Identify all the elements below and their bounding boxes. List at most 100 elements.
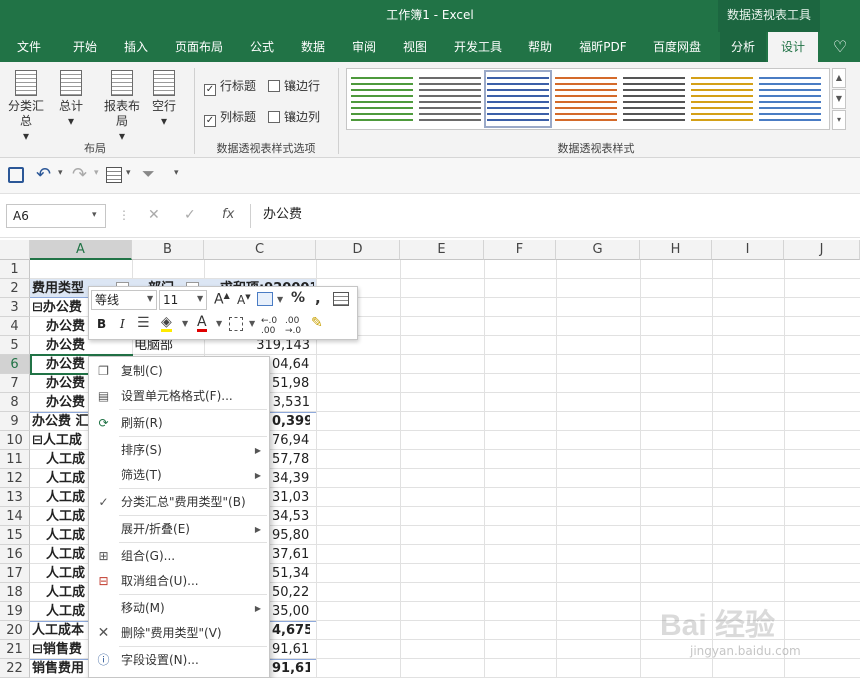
row-header[interactable]: 16: [0, 545, 30, 564]
gallery-scroll-down[interactable]: ▼: [832, 89, 846, 109]
menu-item-refresh[interactable]: ⟳ 刷新(R): [89, 411, 269, 436]
format-painter-icon[interactable]: ✎: [311, 315, 323, 331]
row-header[interactable]: 4: [0, 317, 30, 336]
cell-a12[interactable]: 人工成: [46, 469, 90, 488]
style-swatch-selected[interactable]: [484, 70, 552, 128]
row-header[interactable]: 8: [0, 393, 30, 412]
column-header-i[interactable]: I: [712, 240, 784, 260]
decrease-decimal-icon[interactable]: .00 →.0: [285, 316, 301, 336]
tab-foxit-pdf[interactable]: 福昕PDF: [572, 32, 634, 62]
style-swatch[interactable]: [623, 73, 685, 125]
tab-help[interactable]: 帮助: [516, 32, 564, 62]
cell-a5[interactable]: 办公费: [46, 336, 90, 355]
cell-c15[interactable]: 95,805: [272, 526, 310, 545]
borders-icon[interactable]: [229, 317, 243, 331]
name-box-dropdown-icon[interactable]: ▾: [92, 210, 97, 220]
form-icon[interactable]: [106, 167, 122, 183]
tab-page-layout[interactable]: 页面布局: [166, 32, 232, 62]
subtotals-button[interactable]: 分类汇总 ▾: [6, 70, 46, 144]
menu-item-remove-field[interactable]: ✕ 删除"费用类型"(V): [89, 621, 269, 646]
cell-a3[interactable]: ⊟办公费: [32, 298, 92, 317]
row-header[interactable]: 18: [0, 583, 30, 602]
cell-c8[interactable]: 3,531: [272, 393, 310, 412]
cell-c19[interactable]: 35,006: [272, 602, 310, 621]
fill-color-icon[interactable]: ◈: [161, 315, 172, 332]
column-header-e[interactable]: E: [400, 240, 484, 260]
menu-item-copy[interactable]: ❐ 复制(C): [89, 359, 269, 384]
row-header[interactable]: 20: [0, 621, 30, 640]
cell-a15[interactable]: 人工成: [46, 526, 90, 545]
row-header[interactable]: 10: [0, 431, 30, 450]
style-swatch[interactable]: [555, 73, 617, 125]
lightbulb-icon[interactable]: ♡: [826, 32, 854, 62]
cell-a4[interactable]: 办公费: [46, 317, 90, 336]
italic-icon[interactable]: I: [120, 317, 125, 331]
menu-item-ungroup[interactable]: ⊟ 取消组合(U)...: [89, 569, 269, 594]
row-header[interactable]: 11: [0, 450, 30, 469]
cell-a11[interactable]: 人工成: [46, 450, 90, 469]
row-header[interactable]: 22: [0, 659, 30, 678]
style-swatch[interactable]: [759, 73, 821, 125]
cell-a10[interactable]: ⊟人工成: [32, 431, 90, 450]
blank-rows-button[interactable]: 空行 ▾: [146, 70, 182, 129]
menu-item-field-settings[interactable]: ⓘ 字段设置(N)...: [89, 648, 269, 673]
cancel-icon[interactable]: ✕: [148, 207, 160, 223]
style-swatch[interactable]: [691, 73, 753, 125]
tab-data[interactable]: 数据: [290, 32, 336, 62]
align-center-icon[interactable]: ☰: [137, 315, 150, 331]
cell-a20[interactable]: 人工成本: [32, 621, 90, 640]
cell-c18[interactable]: 50,220: [272, 583, 310, 602]
column-header-h[interactable]: H: [640, 240, 712, 260]
tab-view[interactable]: 视图: [392, 32, 438, 62]
cell-a13[interactable]: 人工成: [46, 488, 90, 507]
cell-a6[interactable]: 办公费: [46, 355, 90, 374]
select-all-corner[interactable]: [0, 240, 30, 260]
font-color-icon[interactable]: A: [197, 315, 207, 332]
menu-item-sort[interactable]: 排序(S) ▶: [89, 438, 269, 463]
style-swatch[interactable]: [351, 73, 413, 125]
column-header-a[interactable]: A: [30, 240, 132, 260]
row-headers-checkbox[interactable]: ✓ 行标题: [204, 79, 256, 96]
filter-icon[interactable]: ⏷: [142, 164, 155, 184]
cell-a7[interactable]: 办公费: [46, 374, 90, 393]
cell-c6[interactable]: 04,643: [272, 355, 310, 374]
format-style-icon[interactable]: [257, 292, 273, 306]
row-header[interactable]: 15: [0, 526, 30, 545]
redo-icon[interactable]: ↷: [72, 164, 87, 185]
menu-item-expand-collapse[interactable]: 展开/折叠(E) ▶: [89, 517, 269, 542]
cell-c20[interactable]: 4,675: [272, 621, 310, 640]
undo-icon[interactable]: ↶: [36, 164, 51, 185]
style-swatch[interactable]: [419, 73, 481, 125]
row-header[interactable]: 1: [0, 260, 30, 279]
row-header[interactable]: 13: [0, 488, 30, 507]
cell-a18[interactable]: 人工成: [46, 583, 90, 602]
chevron-down-icon[interactable]: ▼: [277, 295, 283, 304]
tab-analyze[interactable]: 分析: [720, 32, 766, 62]
comma-style-button[interactable]: ,: [315, 289, 321, 307]
cell-c7[interactable]: 51,981: [272, 374, 310, 393]
row-header[interactable]: 5: [0, 336, 30, 355]
decrease-font-icon[interactable]: A▼: [237, 293, 251, 307]
cell-c9[interactable]: 0,399: [272, 412, 310, 431]
enter-icon[interactable]: ✓: [184, 207, 196, 223]
menu-item-move[interactable]: 移动(M) ▶: [89, 596, 269, 621]
cell-a21[interactable]: ⊟销售费: [32, 640, 90, 659]
row-header[interactable]: 19: [0, 602, 30, 621]
chevron-down-icon[interactable]: ▼: [249, 319, 255, 328]
bold-icon[interactable]: B: [97, 317, 106, 331]
report-layout-button[interactable]: 报表布局 ▾: [100, 70, 144, 144]
banded-columns-checkbox[interactable]: 镶边列: [268, 110, 320, 124]
row-header[interactable]: 9: [0, 412, 30, 431]
column-headers-checkbox[interactable]: ✓ 列标题: [204, 110, 256, 127]
cell-c11[interactable]: 57,787: [272, 450, 310, 469]
cell-a9[interactable]: 办公费 汇: [32, 412, 90, 431]
cell-c21[interactable]: 91,613: [272, 640, 310, 659]
formula-input[interactable]: 办公费: [250, 204, 854, 228]
redo-dropdown-icon[interactable]: ▾: [94, 168, 99, 178]
row-header[interactable]: 2: [0, 279, 30, 298]
insert-function-icon[interactable]: fx: [222, 207, 234, 222]
cell-a8[interactable]: 办公费: [46, 393, 90, 412]
tab-insert[interactable]: 插入: [112, 32, 160, 62]
menu-item-group[interactable]: ⊞ 组合(G)...: [89, 544, 269, 569]
cell-c16[interactable]: 37,611: [272, 545, 310, 564]
